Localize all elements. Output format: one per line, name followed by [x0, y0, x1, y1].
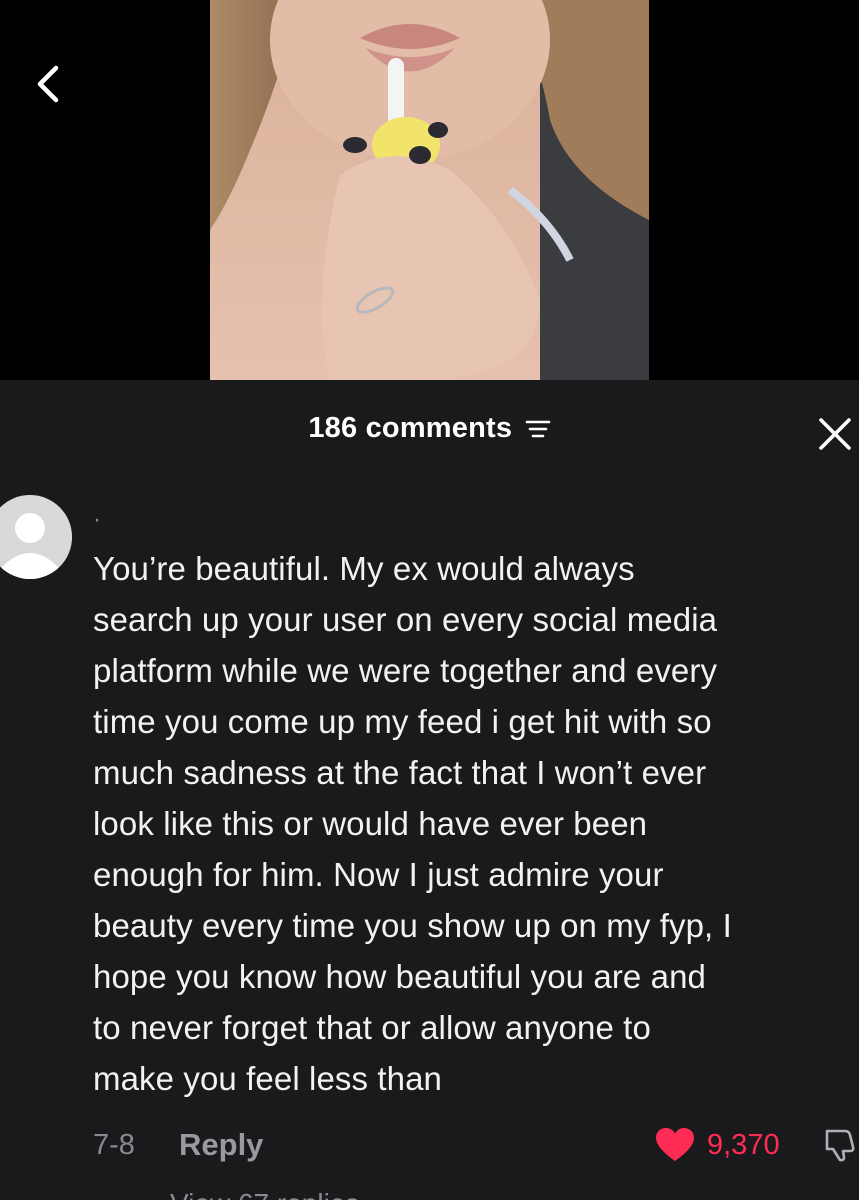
avatar[interactable] — [0, 495, 72, 579]
comment-line: You’re beautiful. My ex would always — [93, 550, 635, 587]
comment-line: search up your user on every social medi… — [93, 601, 718, 638]
comment-line: hope you know how beautiful you are and — [93, 958, 706, 995]
comment-line: time you come up my feed i get hit with … — [93, 703, 712, 740]
reply-button[interactable]: Reply — [179, 1127, 263, 1163]
comment-line: make you feel less than — [93, 1060, 442, 1097]
view-replies-button[interactable]: View 67 replies — [170, 1188, 359, 1200]
comment-text: You’re beautiful. My ex would always sea… — [93, 543, 853, 1104]
close-button[interactable] — [815, 414, 855, 454]
comment-meta-row: 7-8 Reply 9,370 — [93, 1125, 859, 1165]
video-thumbnail[interactable] — [210, 0, 649, 380]
close-icon — [819, 418, 851, 450]
comment-line: enough for him. Now I just admire your — [93, 856, 664, 893]
comment-line: to never forget that or allow anyone to — [93, 1009, 651, 1046]
comment-line: much sadness at the fact that I won’t ev… — [93, 754, 707, 791]
heart-icon — [656, 1128, 694, 1161]
tiktok-comments-screen: 186 comments · You’re beautiful. My ex w… — [0, 0, 859, 1200]
comment-date: 7-8 — [93, 1129, 135, 1161]
sort-comments-button[interactable]: 186 comments — [0, 412, 859, 445]
like-count: 9,370 — [707, 1129, 780, 1161]
comment-username[interactable]: · — [93, 508, 101, 532]
comment-count: 186 comments — [308, 412, 513, 444]
dislike-icon[interactable] — [823, 1127, 859, 1163]
comment-line: beauty every time you show up on my fyp,… — [93, 907, 732, 944]
default-avatar-icon — [0, 495, 72, 579]
video-area — [0, 0, 859, 380]
comments-sheet: 186 comments · You’re beautiful. My ex w… — [0, 380, 859, 1200]
comment-line: look like this or would have ever been — [93, 805, 648, 842]
chevron-left-icon — [37, 65, 59, 103]
comment-line: platform while we were together and ever… — [93, 652, 718, 689]
sort-lines-icon — [525, 420, 550, 437]
comments-header: 186 comments — [0, 380, 859, 480]
back-button[interactable] — [22, 56, 78, 112]
video-frame-image — [210, 0, 649, 380]
